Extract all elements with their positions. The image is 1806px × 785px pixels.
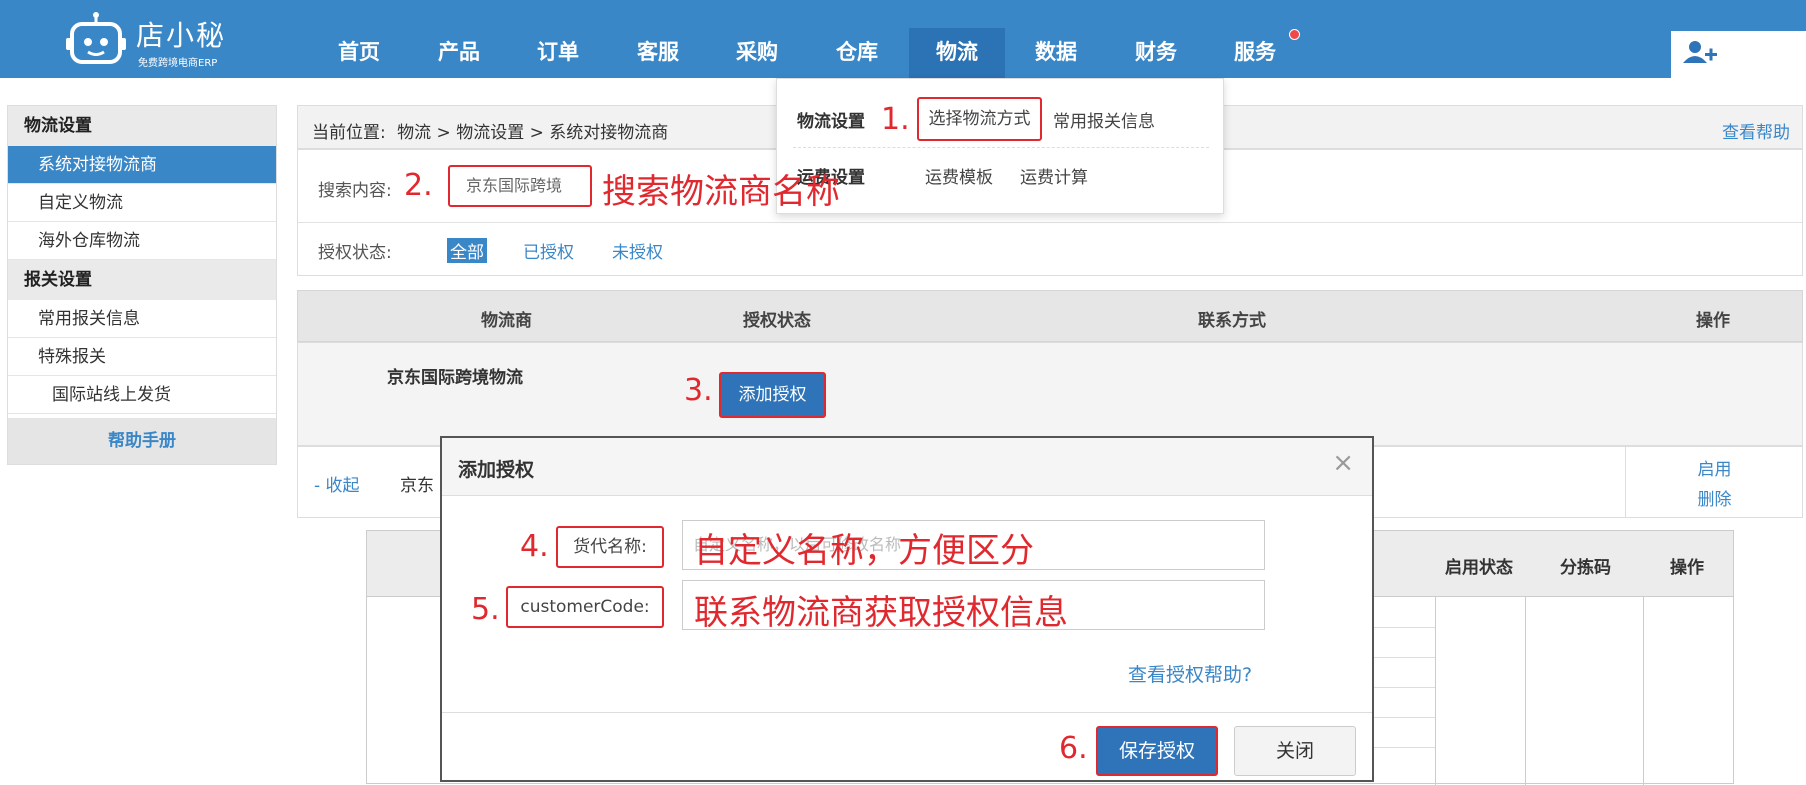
help-manual-button[interactable]: 帮助手册 — [8, 418, 276, 464]
filter-unauthorized[interactable]: 未授权 — [612, 238, 663, 263]
sidebar-section-customs: 报关设置 — [8, 260, 276, 300]
top-nav-bar: 店小秘 免费跨境电商ERP 首页 产品 订单 客服 采购 仓库 物流 数据 财务… — [0, 0, 1806, 78]
breadcrumb-text: 当前位置: 物流 > 物流设置 > 系统对接物流商 — [312, 118, 668, 143]
divider — [1435, 597, 1436, 785]
brand-subtitle: 免费跨境电商ERP — [138, 58, 218, 69]
collapse-link[interactable]: - 收起 — [314, 471, 360, 496]
dialog-footer-divider — [442, 712, 1372, 713]
carrier-name: 京东国际跨境物流 — [387, 368, 523, 388]
sidebar-item-intl-online-shipping[interactable]: 国际站线上发货 — [8, 376, 276, 414]
col-sort-code: 分拣码 — [1560, 558, 1611, 578]
nav-customer-service[interactable]: 客服 — [617, 28, 699, 78]
annotation-step-4: 4. — [520, 529, 549, 564]
row-carrier-text: 京东 — [400, 476, 434, 496]
annotation-field1-note: 自定义名称，方便区分 — [694, 531, 1034, 571]
col-carrier: 物流商 — [481, 311, 532, 331]
nav-warehouse[interactable]: 仓库 — [816, 28, 898, 78]
add-authorization-button[interactable]: 添加授权 — [719, 372, 826, 418]
col-auth-status: 授权状态 — [743, 311, 811, 331]
divider — [1525, 597, 1526, 785]
enable-link[interactable]: 启用 — [1626, 455, 1803, 480]
auth-status-label: 授权状态: — [318, 243, 392, 263]
col-inner-actions: 操作 — [1670, 558, 1704, 578]
menu-freight-template[interactable]: 运费模板 — [925, 163, 993, 188]
nav-logistics[interactable]: 物流 — [909, 28, 1005, 78]
sidebar-item-special-customs[interactable]: 特殊报关 — [8, 338, 276, 376]
menu-freight-calculator[interactable]: 运费计算 — [1020, 163, 1088, 188]
dialog-title: 添加授权 — [458, 459, 535, 481]
sidebar-item-system-carriers[interactable]: 系统对接物流商 — [8, 146, 276, 184]
breadcrumb-label: 当前位置: — [312, 123, 386, 143]
close-icon[interactable]: × — [1332, 448, 1354, 478]
sidebar-item-overseas-warehouse[interactable]: 海外仓库物流 — [8, 222, 276, 260]
sidebar: 物流设置 系统对接物流商 自定义物流 海外仓库物流 报关设置 常用报关信息 特殊… — [7, 105, 277, 465]
annotation-step-5: 5. — [471, 592, 500, 627]
sidebar-item-customs-info[interactable]: 常用报关信息 — [8, 300, 276, 338]
dialog-header: 添加授权 × — [442, 438, 1372, 496]
sidebar-section-logistics: 物流设置 — [8, 106, 276, 146]
divider — [298, 222, 1802, 223]
nav-products[interactable]: 产品 — [418, 28, 500, 78]
nav-services[interactable]: 服务 — [1214, 28, 1296, 78]
breadcrumb-path[interactable]: 物流 > 物流设置 > 系统对接物流商 — [397, 123, 668, 143]
forwarder-name-label: 货代名称: — [556, 526, 664, 568]
table-header: 物流商 授权状态 联系方式 操作 — [297, 290, 1803, 342]
annotation-step-3: 3. — [684, 373, 713, 408]
view-help-link[interactable]: 查看帮助 — [1722, 118, 1790, 143]
nav-home[interactable]: 首页 — [318, 28, 400, 78]
annotation-search-note: 搜索物流商名称 — [602, 172, 840, 212]
notification-dot — [1289, 29, 1300, 40]
filter-all[interactable]: 全部 — [447, 238, 487, 263]
robot-logo-icon — [66, 12, 126, 64]
close-dialog-button[interactable]: 关闭 — [1234, 726, 1356, 776]
row-actions: 启用 删除 — [1625, 447, 1802, 517]
annotation-step-6: 6. — [1059, 731, 1088, 766]
menu-customs-info[interactable]: 常用报关信息 — [1053, 107, 1155, 132]
delete-link[interactable]: 删除 — [1626, 485, 1803, 510]
dropdown-divider — [793, 147, 1209, 148]
logo[interactable]: 店小秘 免费跨境电商ERP — [66, 8, 256, 70]
menu-select-shipping-method[interactable]: 选择物流方式 — [917, 97, 1042, 141]
annotation-step-1: 1. — [881, 102, 910, 137]
nav-finance[interactable]: 财务 — [1115, 28, 1197, 78]
brand-title: 店小秘 — [136, 19, 227, 52]
view-auth-help-link[interactable]: 查看授权帮助? — [1128, 660, 1252, 687]
col-actions: 操作 — [1696, 311, 1730, 331]
col-contact: 联系方式 — [1198, 311, 1266, 331]
save-authorization-button[interactable]: 保存授权 — [1096, 726, 1218, 776]
divider — [1643, 597, 1644, 785]
table-row: 京东国际跨境物流 添加授权 — [297, 342, 1803, 446]
nav-purchase[interactable]: 采购 — [716, 28, 798, 78]
nav-orders[interactable]: 订单 — [517, 28, 599, 78]
search-label: 搜索内容: — [318, 181, 392, 201]
annotation-field2-note: 联系物流商获取授权信息 — [694, 593, 1068, 633]
user-add-icon — [1683, 41, 1717, 63]
filter-authorized[interactable]: 已授权 — [523, 238, 574, 263]
col-enable-status: 启用状态 — [1445, 558, 1513, 578]
customer-code-label: customerCode: — [506, 586, 664, 628]
logistics-dropdown-menu: 物流设置 选择物流方式 常用报关信息 运费设置 运费模板 运费计算 — [776, 78, 1224, 214]
nav-data[interactable]: 数据 — [1015, 28, 1097, 78]
dropdown-group-logistics: 物流设置 — [797, 112, 865, 132]
user-menu[interactable] — [1671, 31, 1806, 78]
sidebar-item-custom-logistics[interactable]: 自定义物流 — [8, 184, 276, 222]
search-input[interactable]: 京东国际跨境 — [448, 165, 592, 207]
annotation-step-2: 2. — [404, 168, 433, 203]
